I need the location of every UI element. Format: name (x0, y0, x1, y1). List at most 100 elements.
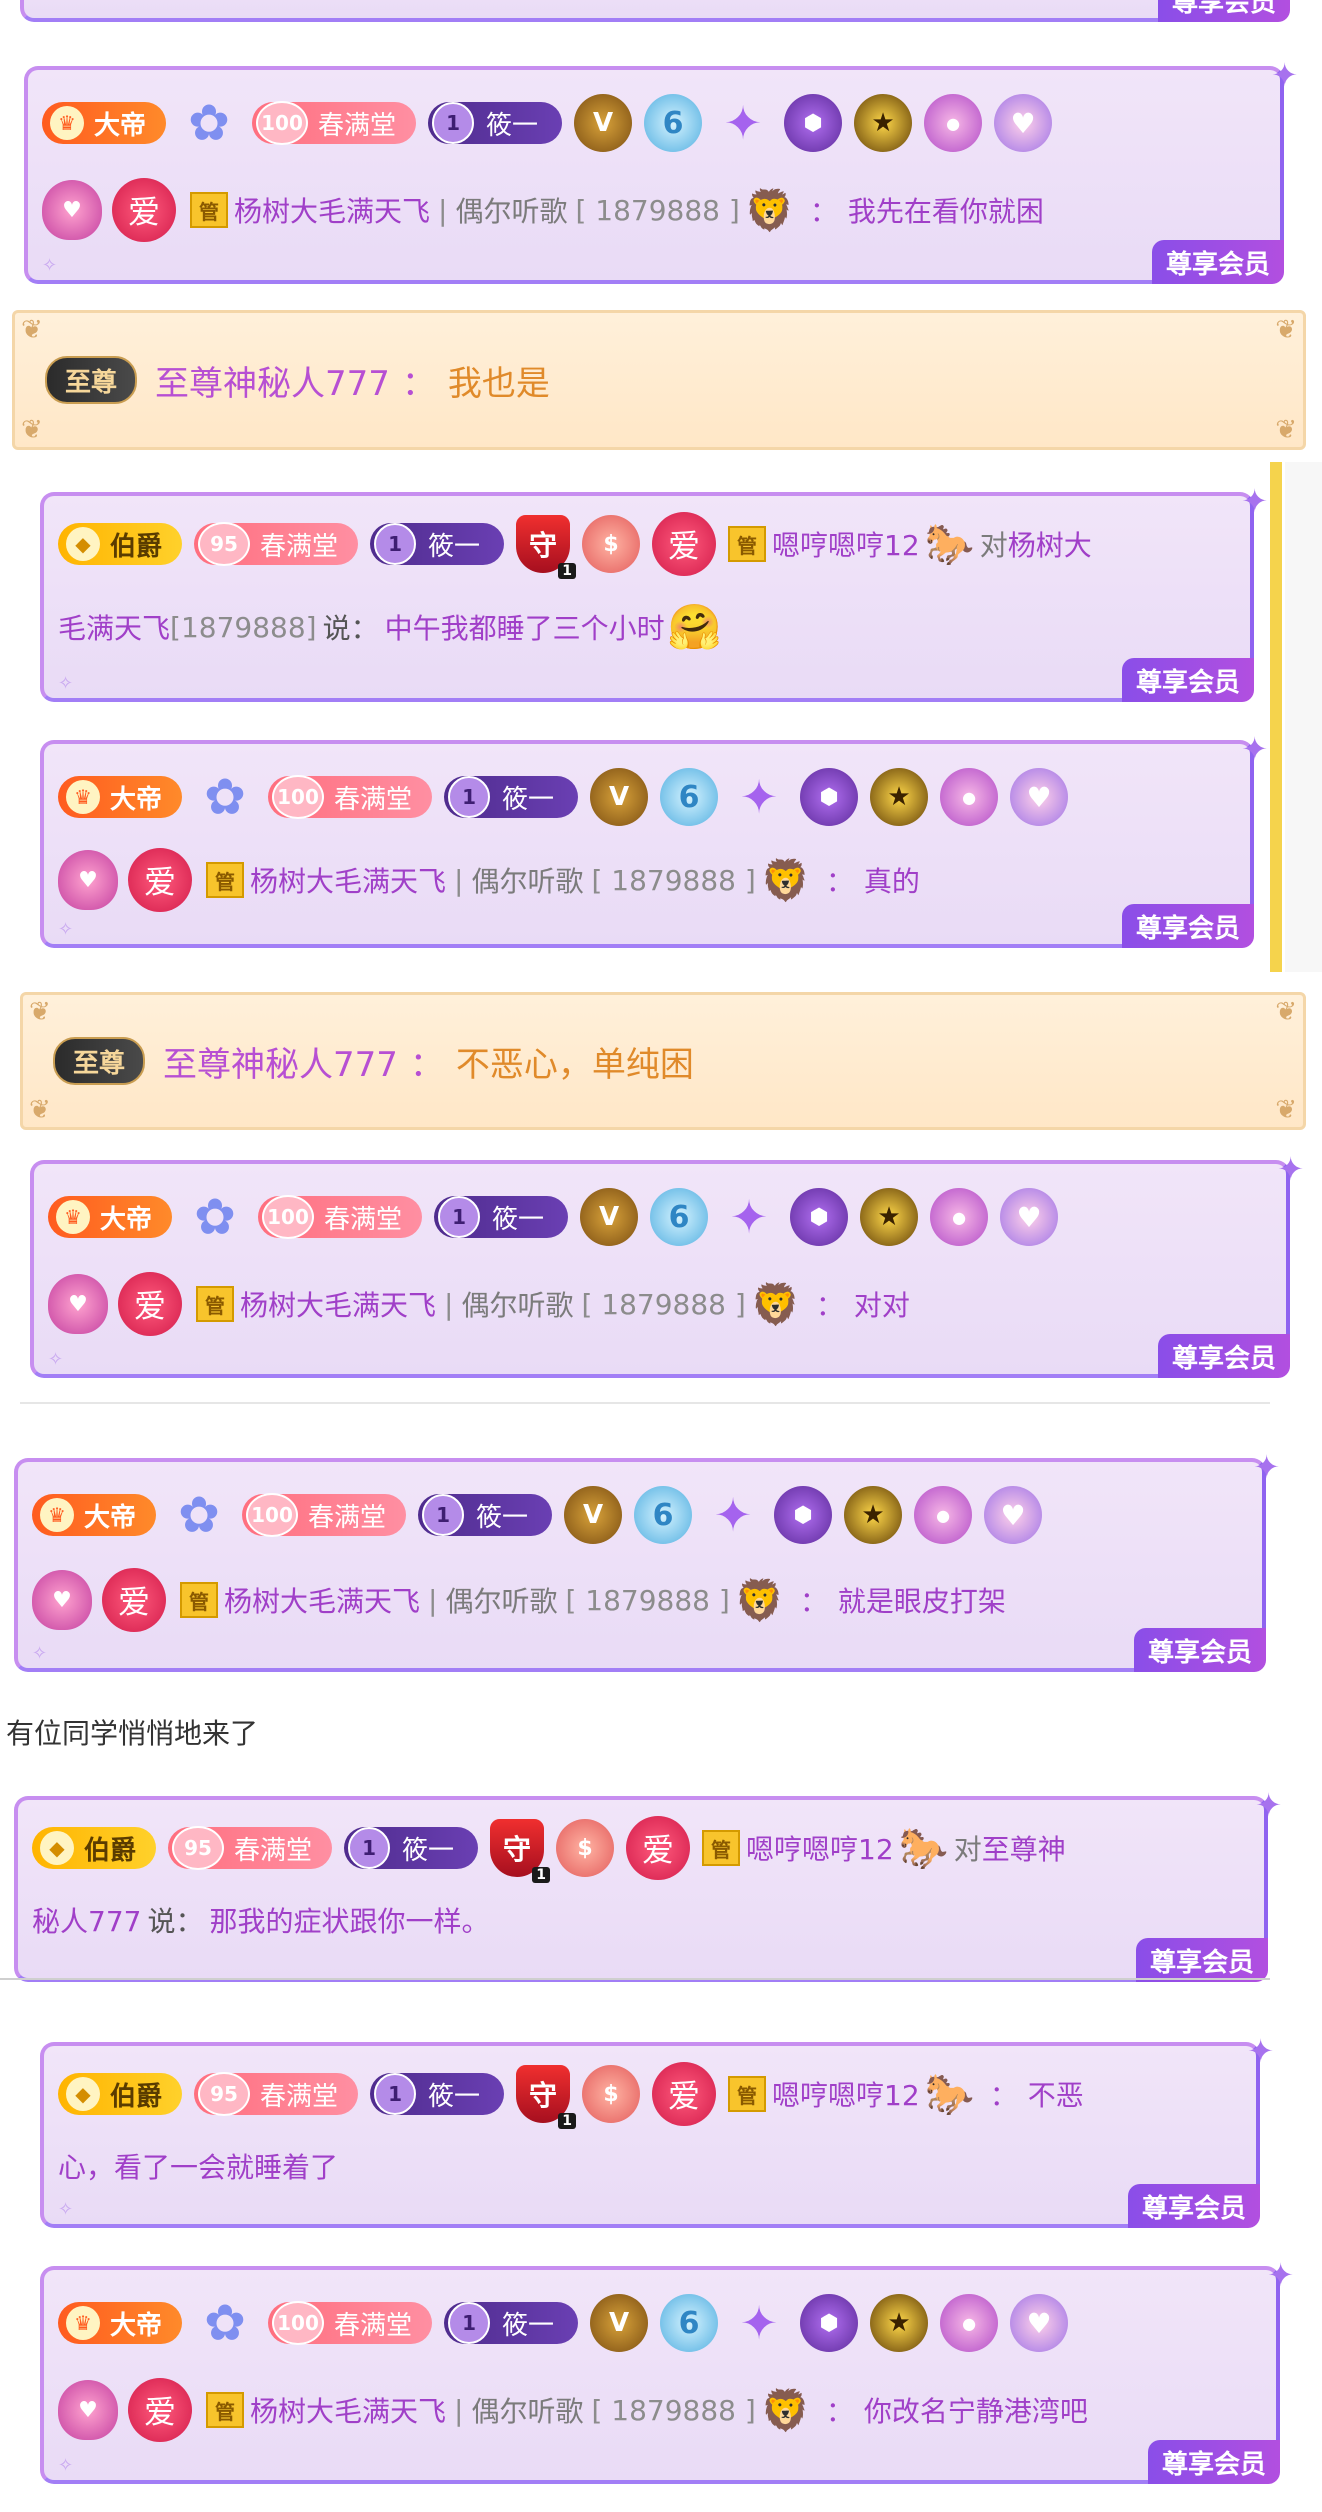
fan-club-badge[interactable]: 100 春满堂 (268, 2301, 433, 2345)
guard-badge[interactable]: 1 筱一 (428, 102, 563, 144)
guard-badge[interactable]: 1 筱一 (444, 776, 579, 818)
guard-badge[interactable]: 1 筱一 (434, 1196, 569, 1238)
fan-club-badge[interactable]: 100 春满堂 (242, 1493, 407, 1537)
heart-medal-icon[interactable]: ♥ (994, 94, 1053, 152)
flower-icon[interactable]: ✿ (178, 92, 240, 154)
flower-icon[interactable]: ✿ (194, 2292, 256, 2354)
username[interactable]: 至尊神秘人777 (155, 356, 390, 405)
shield-medal-icon[interactable]: ♥ (58, 2380, 118, 2440)
love-badge[interactable]: 爱 (652, 2062, 717, 2126)
love-badge[interactable]: 爱 (626, 1816, 691, 1880)
earl-title-badge[interactable]: ◆ 伯爵 (58, 2073, 183, 2115)
fan-club-badge[interactable]: 100 春满堂 (268, 775, 433, 819)
heart-medal-icon[interactable]: ♥ (1010, 768, 1069, 826)
emperor-title-badge[interactable]: ♛ 大帝 (58, 776, 183, 818)
guard-badge[interactable]: 1 筱一 (444, 2302, 579, 2344)
purple-star-icon[interactable]: ✦ (714, 94, 772, 152)
purple-star-icon[interactable]: ✦ (730, 2294, 788, 2352)
love-badge[interactable]: 爱 (118, 1272, 182, 1336)
supreme-badge[interactable]: 至尊 (53, 1037, 146, 1085)
level-six-medal-icon[interactable]: 6 (644, 94, 703, 152)
heart-medal-icon[interactable]: ♥ (1010, 2294, 1069, 2352)
gold-medal-icon[interactable]: ★ (870, 768, 929, 826)
vip-level-medal-icon[interactable]: V (574, 94, 633, 152)
shield-medal-icon[interactable]: ♥ (58, 850, 118, 910)
coin-medal-icon[interactable]: $ (582, 515, 641, 573)
love-badge[interactable]: 爱 (128, 848, 192, 912)
fan-club-badge[interactable]: 100 春满堂 (258, 1195, 423, 1239)
purple-star-icon[interactable]: ✦ (720, 1188, 778, 1246)
reply-target[interactable]: 至尊神 (982, 1828, 1066, 1868)
guard-shield-icon[interactable]: 守1 (516, 2065, 577, 2129)
shield-medal-icon[interactable]: ♥ (42, 180, 102, 240)
level-six-medal-icon[interactable]: 6 (634, 1486, 693, 1544)
hexagon-medal-icon[interactable]: ⬢ (800, 2294, 859, 2352)
mi-medal-icon[interactable]: ● (940, 768, 999, 826)
username[interactable]: 杨树大毛满天飞 (234, 190, 430, 230)
purple-star-icon[interactable]: ✦ (704, 1486, 762, 1544)
earl-title-badge[interactable]: ◆ 伯爵 (32, 1827, 157, 1869)
love-badge[interactable]: 爱 (128, 2378, 192, 2442)
reply-target[interactable]: 毛满天飞 (58, 607, 170, 647)
flower-icon[interactable]: ✿ (184, 1186, 246, 1248)
supreme-badge[interactable]: 至尊 (45, 356, 138, 404)
heart-medal-icon[interactable]: ♥ (1000, 1188, 1059, 1246)
level-six-medal-icon[interactable]: 6 (650, 1188, 709, 1246)
gold-medal-icon[interactable]: ★ (854, 94, 913, 152)
username[interactable]: 至尊神秘人777 (163, 1037, 398, 1086)
vip-badge: 尊享会员 (1121, 904, 1254, 948)
reply-target[interactable]: 秘人777 (32, 1900, 141, 1940)
vip-level-medal-icon[interactable]: V (580, 1188, 639, 1246)
mi-medal-icon[interactable]: ● (930, 1188, 989, 1246)
shield-medal-icon[interactable]: ♥ (32, 1570, 92, 1630)
emperor-title-badge[interactable]: ♛ 大帝 (42, 102, 167, 144)
fan-club-badge[interactable]: 100 春满堂 (252, 101, 417, 145)
guard-badge[interactable]: 1 筱一 (344, 1827, 479, 1869)
guard-shield-icon[interactable]: 守1 (490, 1819, 551, 1883)
love-badge[interactable]: 爱 (112, 178, 176, 242)
emperor-title-badge[interactable]: ♛ 大帝 (48, 1196, 173, 1238)
gold-medal-icon[interactable]: ★ (870, 2294, 929, 2352)
guard-badge[interactable]: 1 筱一 (370, 2073, 505, 2115)
hexagon-medal-icon[interactable]: ⬢ (800, 768, 859, 826)
hexagon-medal-icon[interactable]: ⬢ (784, 94, 843, 152)
fan-club-badge[interactable]: 95 春满堂 (194, 522, 359, 566)
username[interactable]: 嗯哼嗯哼12 (746, 1828, 894, 1868)
flower-icon[interactable]: ✿ (168, 1484, 230, 1546)
mi-medal-icon[interactable]: ● (940, 2294, 999, 2352)
heart-medal-icon[interactable]: ♥ (984, 1486, 1043, 1544)
gold-medal-icon[interactable]: ★ (844, 1486, 903, 1544)
guard-badge[interactable]: 1 筱一 (370, 523, 505, 565)
guard-shield-icon[interactable]: 守1 (516, 515, 577, 579)
username[interactable]: 杨树大毛满天飞 (224, 1580, 420, 1620)
shield-medal-icon[interactable]: ♥ (48, 1274, 108, 1334)
coin-medal-icon[interactable]: $ (582, 2065, 641, 2123)
username[interactable]: 嗯哼嗯哼12 (772, 2074, 920, 2114)
vip-level-medal-icon[interactable]: V (590, 768, 649, 826)
purple-star-icon[interactable]: ✦ (730, 768, 788, 826)
reply-target[interactable]: 杨树大 (1008, 524, 1092, 564)
username[interactable]: 杨树大毛满天飞 (250, 2390, 446, 2430)
vip-level-medal-icon[interactable]: V (590, 2294, 649, 2352)
level-six-medal-icon[interactable]: 6 (660, 768, 719, 826)
coin-medal-icon[interactable]: $ (556, 1819, 615, 1877)
flower-icon[interactable]: ✿ (194, 766, 256, 828)
love-badge[interactable]: 爱 (102, 1568, 166, 1632)
username[interactable]: 杨树大毛满天飞 (240, 1284, 436, 1324)
guard-badge[interactable]: 1 筱一 (418, 1494, 553, 1536)
level-six-medal-icon[interactable]: 6 (660, 2294, 719, 2352)
emperor-title-badge[interactable]: ♛ 大帝 (58, 2302, 183, 2344)
mi-medal-icon[interactable]: ● (914, 1486, 973, 1544)
gold-medal-icon[interactable]: ★ (860, 1188, 919, 1246)
fan-club-badge[interactable]: 95 春满堂 (194, 2072, 359, 2116)
mi-medal-icon[interactable]: ● (924, 94, 983, 152)
love-badge[interactable]: 爱 (652, 512, 717, 576)
username[interactable]: 杨树大毛满天飞 (250, 860, 446, 900)
earl-title-badge[interactable]: ◆ 伯爵 (58, 523, 183, 565)
vip-level-medal-icon[interactable]: V (564, 1486, 623, 1544)
emperor-title-badge[interactable]: ♛ 大帝 (32, 1494, 157, 1536)
hexagon-medal-icon[interactable]: ⬢ (790, 1188, 849, 1246)
hexagon-medal-icon[interactable]: ⬢ (774, 1486, 833, 1544)
username[interactable]: 嗯哼嗯哼12 (772, 524, 920, 564)
fan-club-badge[interactable]: 95 春满堂 (168, 1826, 333, 1870)
